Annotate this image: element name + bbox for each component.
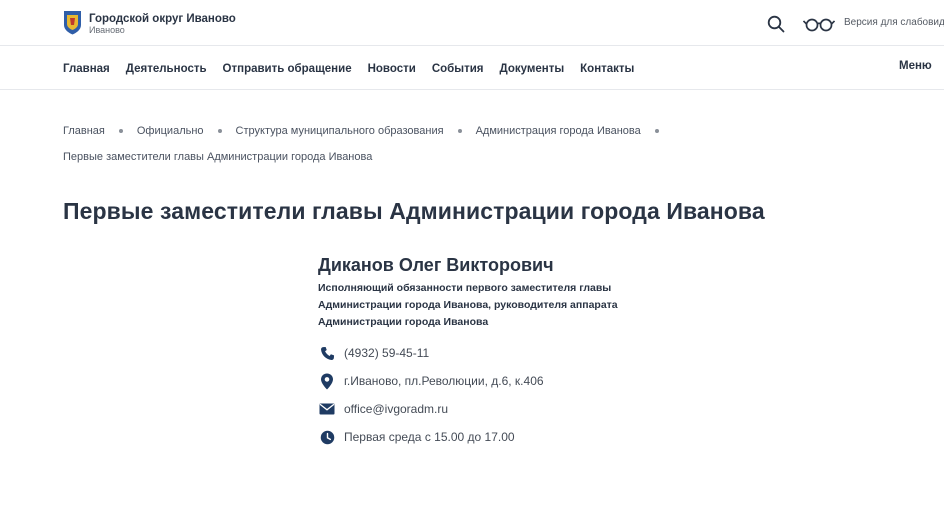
nav-item-contacts[interactable]: Контакты <box>580 63 634 75</box>
breadcrumb-official[interactable]: Официально <box>137 118 204 144</box>
page-title: Первые заместители главы Администрации г… <box>63 198 765 224</box>
breadcrumb-administration[interactable]: Администрация города Иванова <box>476 118 641 144</box>
contact-phone[interactable]: (4932) 59-45-11 <box>319 344 429 362</box>
brand-subtitle: Иваново <box>89 25 125 35</box>
nav-list: Главная Деятельность Отправить обращение… <box>63 63 634 75</box>
breadcrumb-separator <box>118 129 123 133</box>
contact-address: г.Иваново, пл.Революции, д.6, к.406 <box>319 372 544 390</box>
contact-email-text[interactable]: office@ivgoradm.ru <box>344 402 448 416</box>
contact-hours-text: Первая среда с 15.00 до 17.00 <box>344 430 515 444</box>
location-pin-icon <box>319 373 335 389</box>
contact-address-text: г.Иваново, пл.Революции, д.6, к.406 <box>344 374 544 388</box>
breadcrumb-separator <box>654 129 659 133</box>
nav-item-news[interactable]: Новости <box>368 63 416 75</box>
nav-item-home[interactable]: Главная <box>63 63 110 75</box>
breadcrumb-row: Первые заместители главы Администрации г… <box>63 144 763 170</box>
person-name: Диканов Олег Викторович <box>318 255 554 275</box>
breadcrumb-separator <box>217 129 222 133</box>
breadcrumb-structure[interactable]: Структура муниципального образования <box>236 118 444 144</box>
nav-item-documents[interactable]: Документы <box>499 63 564 75</box>
breadcrumb-current: Первые заместители главы Администрации г… <box>63 151 373 163</box>
nav-item-events[interactable]: События <box>432 63 484 75</box>
top-header: Городской округ Иваново Иваново Версия д… <box>0 0 944 46</box>
search-icon[interactable] <box>767 15 785 33</box>
main-navigation: Главная Деятельность Отправить обращение… <box>0 46 944 90</box>
contact-email[interactable]: office@ivgoradm.ru <box>319 400 448 418</box>
person-position: Исполняющий обязанности первого заместит… <box>318 282 618 328</box>
contact-phone-text[interactable]: (4932) 59-45-11 <box>344 346 429 360</box>
envelope-icon <box>319 401 335 417</box>
breadcrumb-row: Главная Официально Структура муниципальн… <box>63 118 763 144</box>
clock-icon <box>319 429 335 445</box>
breadcrumb: Главная Официально Структура муниципальн… <box>63 118 763 170</box>
nav-item-send-appeal[interactable]: Отправить обращение <box>223 63 352 75</box>
coat-of-arms-icon[interactable] <box>63 10 82 35</box>
brand-title[interactable]: Городской округ Иваново <box>89 13 236 25</box>
breadcrumb-home[interactable]: Главная <box>63 118 105 144</box>
menu-button[interactable]: Меню <box>899 60 932 72</box>
breadcrumb-separator <box>457 129 462 133</box>
phone-icon <box>319 345 335 361</box>
nav-item-activity[interactable]: Деятельность <box>126 63 207 75</box>
accessible-version-link[interactable]: Версия для слабовидящих <box>844 17 944 28</box>
contact-hours: Первая среда с 15.00 до 17.00 <box>319 428 515 446</box>
glasses-icon[interactable] <box>803 16 835 32</box>
